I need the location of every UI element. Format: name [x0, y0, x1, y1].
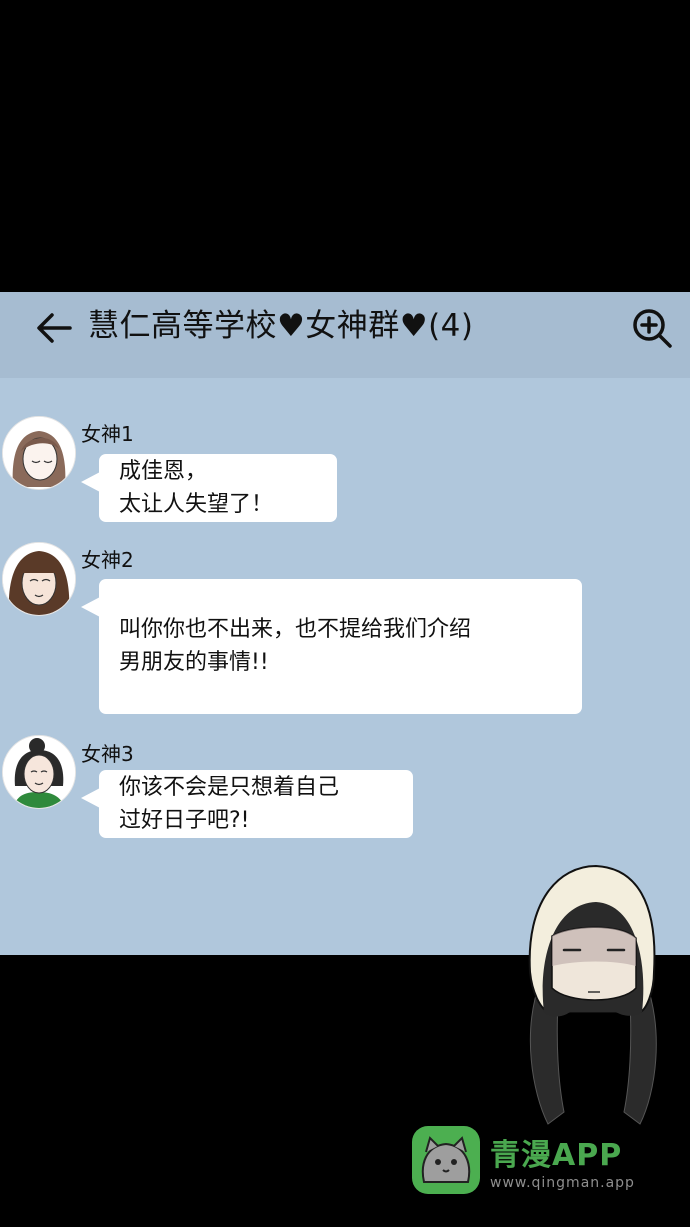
avatar-goddess-2[interactable] — [2, 542, 76, 616]
sender-name: 女神2 — [81, 548, 134, 572]
hooded-girl-illustration — [528, 864, 657, 1125]
arrow-left-icon[interactable] — [34, 308, 74, 348]
avatar-goddess-3[interactable] — [2, 735, 76, 809]
chat-title: 慧仁高等学校♥女神群♥(4) — [88, 308, 474, 344]
zoom-in-icon[interactable] — [630, 306, 674, 350]
brand-url: www.qingman.app — [490, 1175, 635, 1191]
message-bubble: 你该不会是只想着自己 过好日子吧?! — [81, 770, 413, 838]
message-line: 过好日子吧?! — [119, 808, 250, 833]
message-line: 成佳恩， — [119, 459, 208, 484]
message-line: 男朋友的事情!! — [119, 650, 269, 675]
sender-name: 女神1 — [81, 422, 134, 446]
chat-panel: 慧仁高等学校♥女神群♥(4) 女神1 成佳恩， 太让人失望了！ 女神2 叫你你也… — [0, 292, 690, 955]
message-bubble: 成佳恩， 太让人失望了！ — [81, 454, 337, 522]
message-line: 你该不会是只想着自己 — [119, 775, 340, 800]
avatar-goddess-1[interactable] — [2, 416, 76, 490]
message-line: 叫你你也不出来，也不提给我们介绍 — [119, 617, 472, 642]
brand-name: 青漫APP — [490, 1138, 623, 1173]
message-bubble: 叫你你也不出来，也不提给我们介绍 男朋友的事情!! — [81, 579, 582, 714]
chat-header: 慧仁高等学校♥女神群♥(4) — [0, 292, 690, 378]
sender-name: 女神3 — [81, 742, 134, 766]
message-line: 太让人失望了！ — [119, 492, 274, 517]
qingman-cat-logo-icon — [412, 1126, 480, 1194]
